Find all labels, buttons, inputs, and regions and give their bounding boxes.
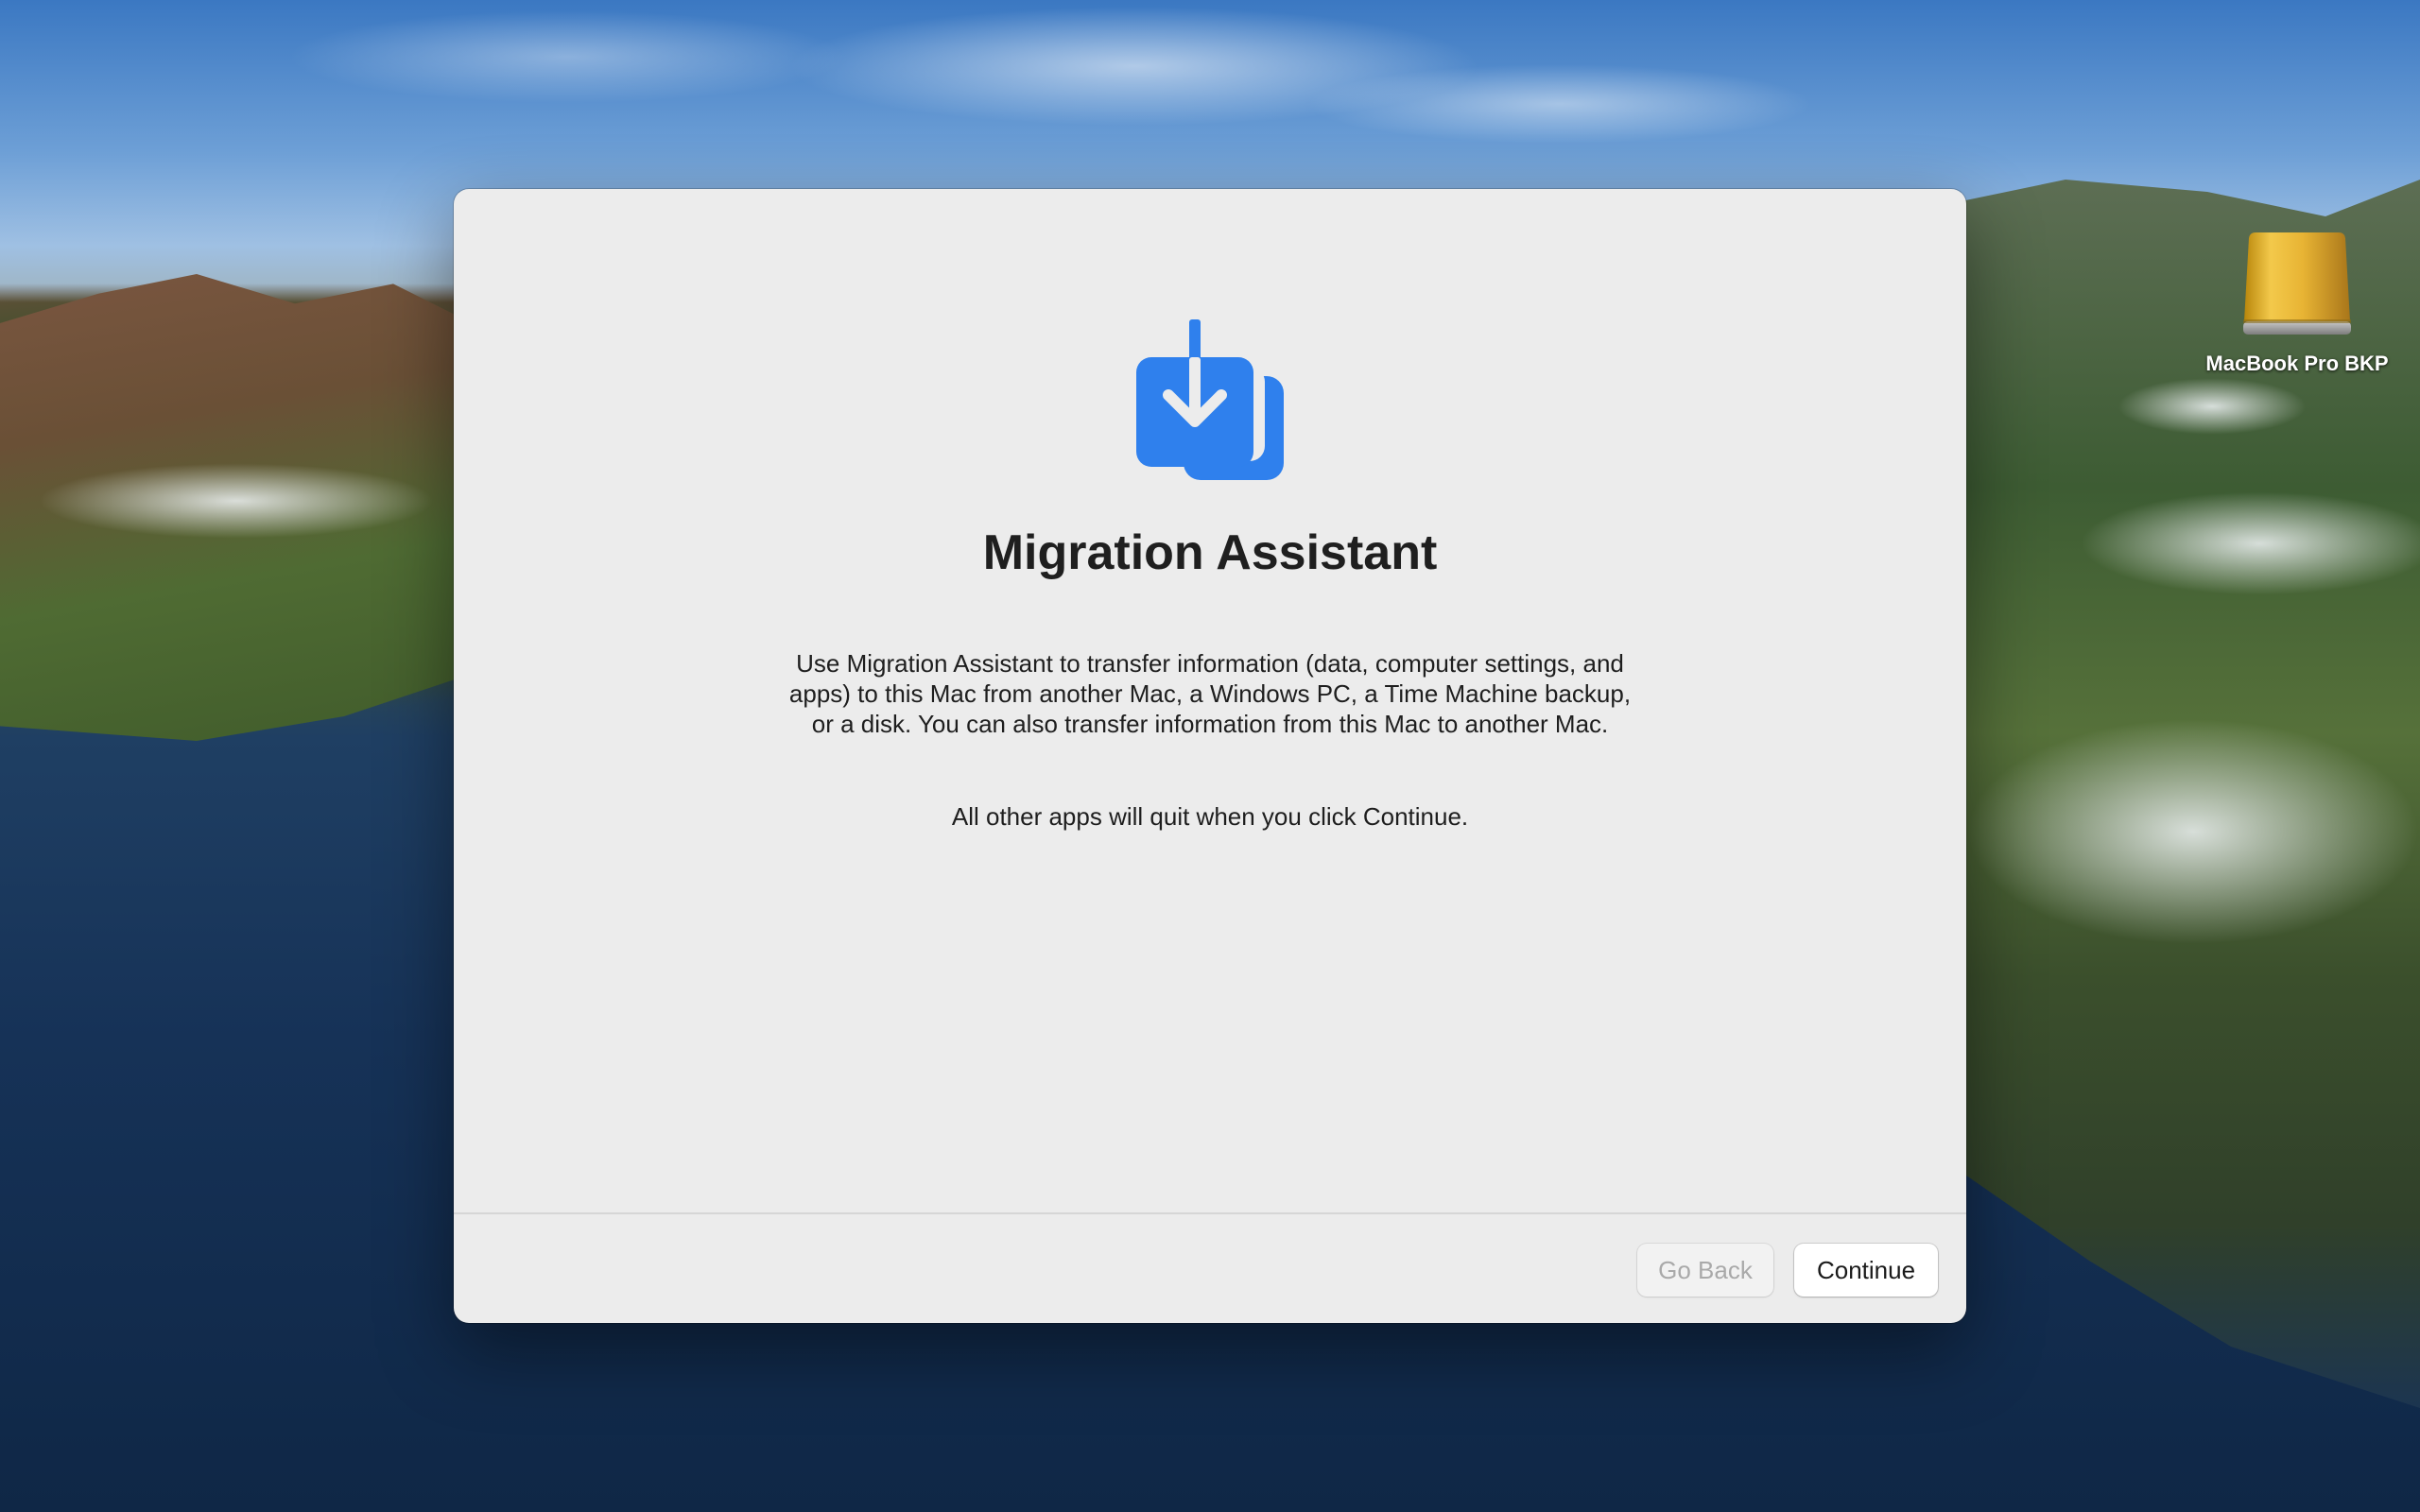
desktop-drive-item[interactable]: MacBook Pro BKP xyxy=(2174,227,2420,376)
external-drive-icon xyxy=(2243,232,2351,335)
desktop-cloud xyxy=(38,463,435,539)
desktop-cloud xyxy=(2118,378,2307,435)
footer-divider xyxy=(454,1212,1966,1214)
go-back-button[interactable]: Go Back xyxy=(1637,1244,1773,1297)
migration-assistant-window: Migration Assistant Use Migration Assist… xyxy=(454,189,1966,1323)
continue-button[interactable]: Continue xyxy=(1794,1244,1938,1297)
desktop-cloud xyxy=(1966,718,2420,945)
migration-assistant-icon xyxy=(1136,319,1284,480)
drive-label: MacBook Pro BKP xyxy=(2205,352,2389,375)
window-title: Migration Assistant xyxy=(982,525,1438,580)
description-text: Use Migration Assistant to transfer info… xyxy=(788,649,1632,738)
desktop-cloud xyxy=(2080,491,2420,595)
quit-warning-text: All other apps will quit when you click … xyxy=(951,802,1469,831)
